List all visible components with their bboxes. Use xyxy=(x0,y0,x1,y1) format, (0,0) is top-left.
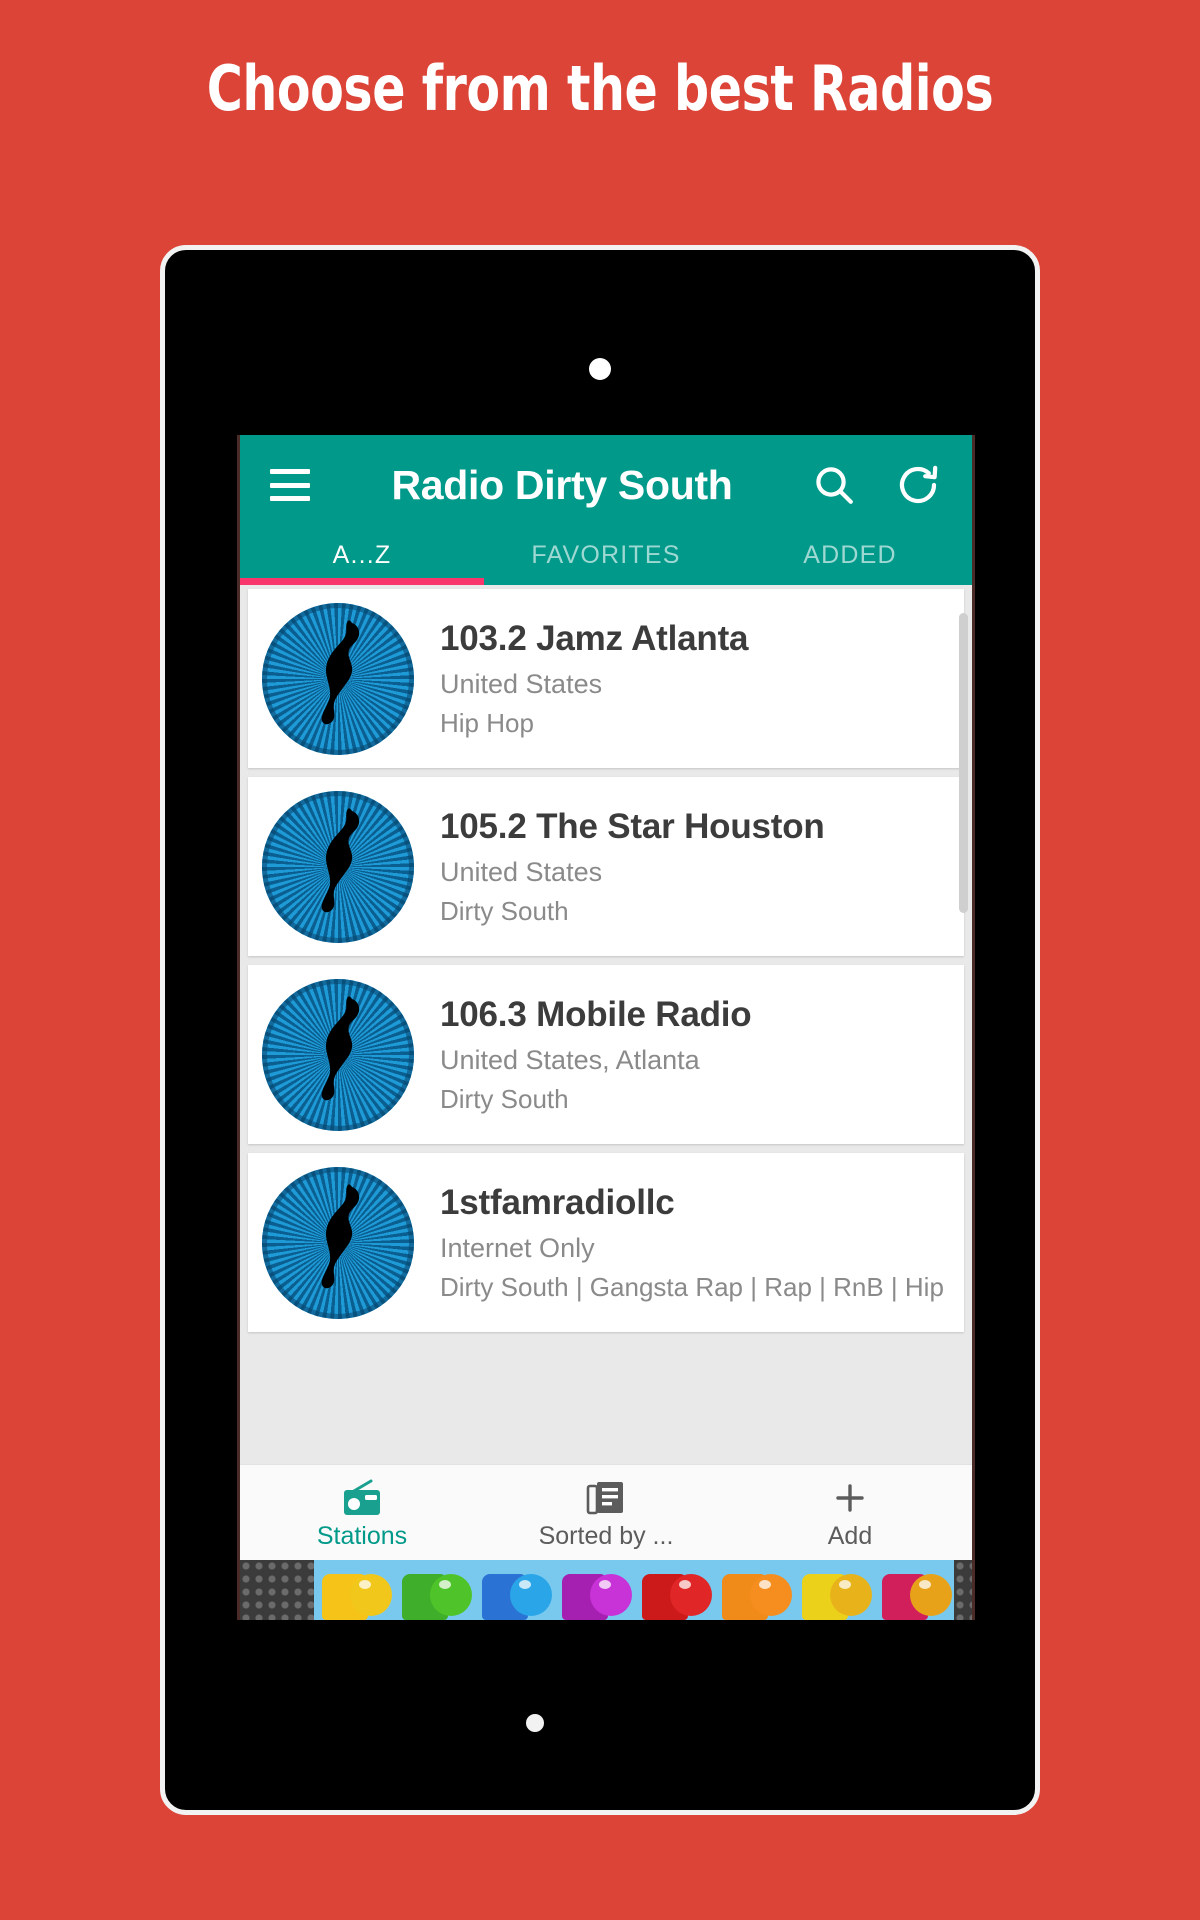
nav-label-add: Add xyxy=(827,1522,873,1550)
station-country: United States, Atlanta xyxy=(440,1044,700,1075)
tablet-device-frame: Radio Dirty South A...Z FAVORITES ADDED … xyxy=(160,245,1040,1815)
list-article-icon xyxy=(484,1476,728,1520)
hamburger-menu-icon[interactable] xyxy=(270,469,310,501)
app-bar: Radio Dirty South A...Z FAVORITES ADDED xyxy=(240,435,972,585)
ad-candy-piece xyxy=(394,1560,474,1620)
station-logo-icon xyxy=(262,1166,414,1319)
ad-candy-piece xyxy=(634,1560,714,1620)
list-scrollbar[interactable] xyxy=(959,613,968,913)
nav-item-stations[interactable]: Stations xyxy=(240,1476,484,1549)
ad-candy-piece xyxy=(794,1560,874,1620)
plus-icon xyxy=(728,1476,972,1520)
front-camera-icon xyxy=(589,358,611,380)
list-item[interactable]: 1stfamradiollc Internet Only Dirty South… xyxy=(248,1153,964,1332)
list-item[interactable]: 106.3 Mobile Radio United States, Atlant… xyxy=(248,965,964,1144)
tab-bar: A...Z FAVORITES ADDED xyxy=(240,535,972,585)
station-name: 106.3 Mobile Radio xyxy=(440,994,752,1034)
station-country: United States xyxy=(440,856,603,887)
nav-label-sorted-by: Sorted by ... xyxy=(538,1522,674,1550)
radio-icon xyxy=(240,1476,484,1520)
station-genre: Hip Hop xyxy=(440,707,534,738)
refresh-icon[interactable] xyxy=(894,461,942,509)
list-item[interactable]: 105.2 The Star Houston United States Dir… xyxy=(248,777,964,956)
station-country: United States xyxy=(440,668,603,699)
app-screen: Radio Dirty South A...Z FAVORITES ADDED … xyxy=(237,435,975,1620)
ad-candy-piece xyxy=(474,1560,554,1620)
search-icon[interactable] xyxy=(810,461,858,509)
station-name: 1stfamradiollc xyxy=(440,1182,675,1222)
ad-candy-piece xyxy=(554,1560,634,1620)
page-title: Choose from the best Radios xyxy=(206,52,994,125)
nav-item-add[interactable]: Add xyxy=(728,1476,972,1549)
nav-item-sorted-by[interactable]: Sorted by ... xyxy=(484,1476,728,1549)
nav-label-stations: Stations xyxy=(316,1522,408,1550)
home-button[interactable] xyxy=(526,1714,544,1732)
ad-candy-piece xyxy=(714,1560,794,1620)
ad-candy-piece xyxy=(874,1560,954,1620)
tab-favorites[interactable]: FAVORITES xyxy=(484,535,728,585)
station-name: 105.2 The Star Houston xyxy=(440,806,825,846)
ad-banner[interactable] xyxy=(240,1560,972,1620)
station-genre: Dirty South xyxy=(440,895,569,926)
station-logo-icon xyxy=(262,602,414,755)
station-logo-icon xyxy=(262,790,414,943)
ad-candy-piece xyxy=(314,1560,394,1620)
station-name: 103.2 Jamz Atlanta xyxy=(440,618,749,658)
tab-indicator xyxy=(240,578,484,585)
app-title: Radio Dirty South xyxy=(391,461,733,508)
ad-mesh-texture xyxy=(954,1560,972,1620)
list-item[interactable]: 103.2 Jamz Atlanta United States Hip Hop xyxy=(248,589,964,768)
station-genre: Dirty South xyxy=(440,1083,569,1114)
station-country: Internet Only xyxy=(440,1232,595,1263)
station-genre: Dirty South | Gangsta Rap | Rap | RnB | … xyxy=(440,1271,944,1302)
station-logo-icon xyxy=(262,978,414,1131)
ad-mesh-texture xyxy=(240,1560,314,1620)
tab-added[interactable]: ADDED xyxy=(728,535,972,585)
bottom-navigation: Stations Sorted by ... Add xyxy=(240,1464,972,1560)
